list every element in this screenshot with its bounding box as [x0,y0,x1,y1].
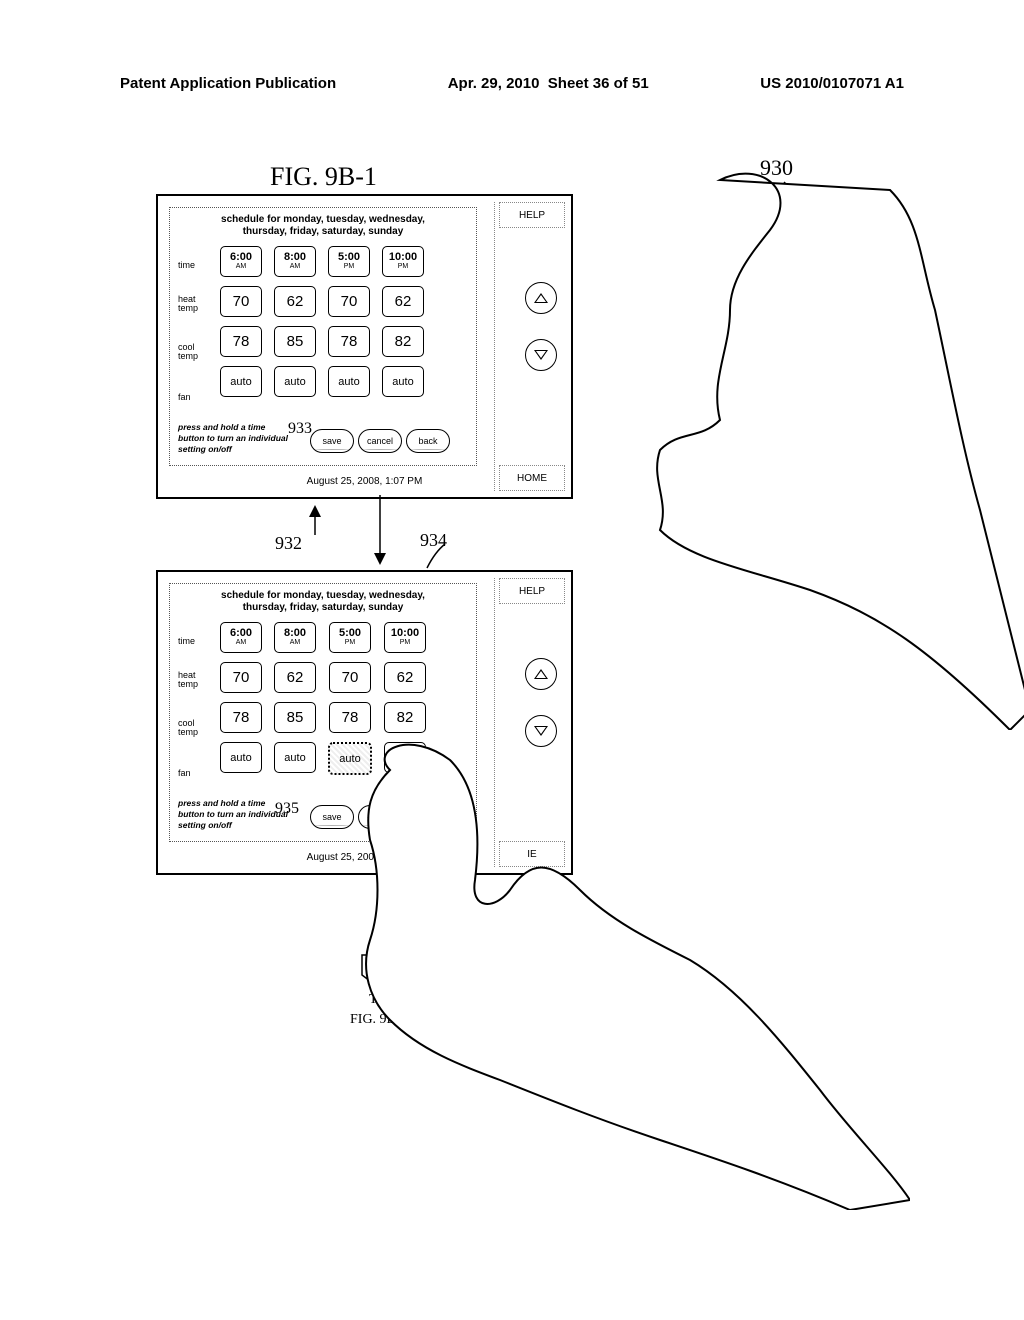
heat-cell[interactable]: 62 [384,662,426,693]
schedule-title: schedule for monday, tuesday, wednesday,… [170,214,476,238]
cancel-button[interactable]: cancel [358,429,402,453]
time-cell[interactable]: 8:00AM [274,622,316,653]
fan-cell[interactable]: auto [274,366,316,397]
schedule-col: 10:00PM 62 82 auto [382,246,424,397]
heat-cell[interactable]: 70 [329,662,371,693]
save-button[interactable]: save [310,805,354,829]
page: Patent Application Publication Apr. 29, … [0,0,1024,1320]
time-cell[interactable]: 5:00PM [328,246,370,277]
help-button[interactable]: HELP [499,202,565,228]
down-button[interactable] [525,339,557,371]
triangle-down-icon [534,726,548,736]
cool-cell[interactable]: 82 [382,326,424,357]
hint-text: press and hold a time button to turn an … [178,798,288,831]
time-cell[interactable]: 6:00AM [220,246,262,277]
heat-cell[interactable]: 70 [220,662,262,693]
fan-cell[interactable]: auto [220,742,262,773]
schedule-col: 8:00AM 62 85 auto [274,246,316,397]
fan-cell[interactable]: auto [382,366,424,397]
schedule-grid: 6:00AM 70 78 auto 8:00AM 62 85 auto 5:00… [220,246,424,397]
cool-cell[interactable]: 78 [328,326,370,357]
save-button[interactable]: save [310,429,354,453]
back-button[interactable]: back [406,429,450,453]
help-button[interactable]: HELP [499,578,565,604]
fan-cell[interactable]: auto [274,742,316,773]
hand-top-icon [600,170,1024,730]
fan-cell[interactable]: auto [220,366,262,397]
header-left: Patent Application Publication [120,75,336,92]
cool-cell[interactable]: 78 [220,326,262,357]
time-cell[interactable]: 10:00PM [382,246,424,277]
heat-cell[interactable]: 70 [328,286,370,317]
fan-cell[interactable]: auto [328,366,370,397]
cool-cell[interactable]: 85 [274,326,316,357]
panel-inner: schedule for monday, tuesday, wednesday,… [169,207,477,466]
triangle-up-icon [534,293,548,303]
schedule-col: 6:00AM 70 78 auto [220,246,262,397]
ref-935: 935 [275,800,299,818]
heat-cell[interactable]: 70 [220,286,262,317]
cool-cell[interactable]: 82 [384,702,426,733]
heat-cell[interactable]: 62 [274,286,316,317]
time-cell[interactable]: 5:00PM [329,622,371,653]
row-label-time: time [178,260,195,270]
row-label-fan: fan [178,392,191,402]
doc-header: Patent Application Publication Apr. 29, … [0,75,1024,92]
time-cell[interactable]: 6:00AM [220,622,262,653]
row-label-cool: cooltemp [178,719,198,737]
time-cell[interactable]: 8:00AM [274,246,316,277]
hint-text: press and hold a time button to turn an … [178,422,288,455]
arrow-down-icon [370,495,390,570]
heat-cell[interactable]: 62 [382,286,424,317]
arrow-up-icon [305,505,325,535]
row-label-cool: cooltemp [178,343,198,361]
row-label-time: time [178,636,195,646]
triangle-up-icon [534,669,548,679]
up-button[interactable] [525,282,557,314]
cool-cell[interactable]: 85 [274,702,316,733]
schedule-col: 6:00AM 70 78 auto [220,622,262,775]
thermostat-panel-1: schedule for monday, tuesday, wednesday,… [156,194,573,499]
figure-title: FIG. 9B-1 [270,162,377,192]
header-date: Apr. 29, 2010 Sheet 36 of 51 [448,75,649,92]
arrow-leader-icon [425,542,450,572]
row-label-fan: fan [178,768,191,778]
time-cell[interactable]: 10:00PM [384,622,426,653]
cool-cell[interactable]: 78 [329,702,371,733]
ref-932: 932 [275,533,302,554]
row-label-heat: heattemp [178,671,198,689]
header-pubno: US 2010/0107071 A1 [760,75,904,92]
row-label-heat: heattemp [178,295,198,313]
timestamp: August 25, 2008, 1:07 PM [158,476,571,487]
triangle-down-icon [534,350,548,360]
schedule-title: schedule for monday, tuesday, wednesday,… [170,590,476,614]
hand-bottom-icon [350,740,910,1210]
action-row: save cancel back [310,429,450,453]
schedule-col: 5:00PM 70 78 auto [328,246,370,397]
schedule-col: 8:00AM 62 85 auto [274,622,316,775]
ref-933: 933 [288,420,312,438]
cool-cell[interactable]: 78 [220,702,262,733]
heat-cell[interactable]: 62 [274,662,316,693]
up-button[interactable] [525,658,557,690]
